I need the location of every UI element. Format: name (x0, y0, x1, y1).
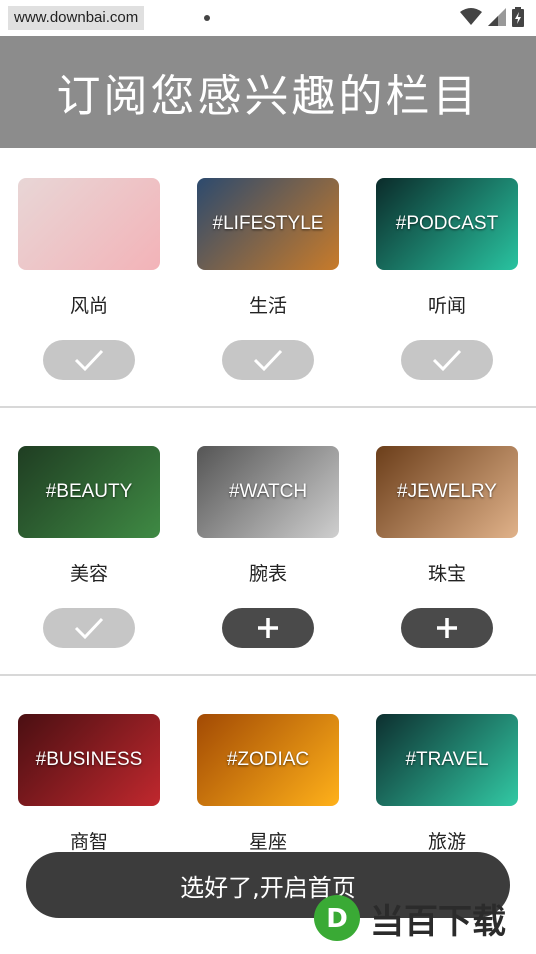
url-watermark: www.downbai.com (8, 6, 145, 30)
row-divider (0, 674, 536, 676)
category-thumb[interactable]: #ZODIAC (197, 714, 339, 806)
plus-icon (437, 618, 457, 638)
subscribe-toggle-button[interactable] (222, 340, 314, 380)
category-card-lifestyle[interactable]: #LIFESTYLE 生活 (197, 178, 339, 380)
category-tag: #ZODIAC (226, 749, 310, 770)
category-thumb[interactable]: #BUSINESS (18, 714, 160, 806)
category-label: 生活 (248, 295, 287, 317)
category-card-beauty[interactable]: #BEAUTY 美容 (18, 446, 160, 648)
subscribe-toggle-button[interactable] (401, 608, 493, 648)
category-tag: #LIFESTYLE (212, 213, 324, 234)
category-card-zodiac[interactable]: #ZODIAC 星座 (197, 714, 339, 854)
subscribe-toggle-button[interactable] (222, 608, 314, 648)
category-label: 美容 (69, 563, 108, 585)
row-divider (0, 406, 536, 408)
category-row: #BEAUTY 美容 #WATCH 腕表 #JEWELRY 珠宝 (0, 446, 536, 686)
category-card-business[interactable]: #BUSINESS 商智 (18, 714, 160, 854)
category-label: 风尚 (69, 295, 108, 317)
subscribe-toggle-button[interactable] (43, 608, 135, 648)
category-label: 听闻 (427, 295, 466, 317)
category-thumb[interactable]: #PODCAST (376, 178, 518, 270)
subscribe-toggle-button[interactable] (43, 340, 135, 380)
category-label: 腕表 (248, 563, 287, 585)
category-tag: #TRAVEL (405, 749, 489, 770)
notification-dot-icon (204, 15, 210, 21)
brand-text: 当百下载 (370, 901, 506, 942)
category-thumb[interactable] (18, 178, 160, 270)
category-tag: #BEAUTY (45, 481, 133, 502)
battery-charging-icon (512, 7, 524, 27)
check-icon (253, 349, 283, 372)
check-icon (74, 349, 104, 372)
category-card-travel[interactable]: #TRAVEL 旅游 (376, 714, 518, 854)
brand-logo-letter: D (326, 904, 348, 934)
category-card-podcast[interactable]: #PODCAST 听闻 (376, 178, 518, 380)
category-label: 旅游 (427, 831, 466, 853)
category-tag: #WATCH (228, 481, 308, 502)
check-icon (432, 349, 462, 372)
page-title: 订阅您感兴趣的栏目 (56, 71, 480, 122)
check-icon (74, 617, 104, 640)
signal-icon (488, 8, 506, 26)
category-label: 星座 (248, 831, 287, 853)
category-card-fashion[interactable]: 风尚 (18, 178, 160, 380)
category-thumb[interactable]: #TRAVEL (376, 714, 518, 806)
category-card-jewelry[interactable]: #JEWELRY 珠宝 (376, 446, 518, 648)
category-thumb[interactable]: #LIFESTYLE (197, 178, 339, 270)
brand-logo-icon: D (314, 895, 360, 941)
page-header: 订阅您感兴趣的栏目 (0, 36, 536, 148)
plus-icon (258, 618, 278, 638)
category-thumb[interactable]: #WATCH (197, 446, 339, 538)
status-bar: www.downbai.com (0, 0, 536, 34)
category-thumb[interactable]: #JEWELRY (376, 446, 518, 538)
wifi-icon (460, 8, 482, 25)
category-row: 风尚 #LIFESTYLE 生活 #PODCAST 听闻 (0, 178, 536, 418)
status-icons (460, 7, 524, 27)
category-tag: #JEWELRY (397, 481, 497, 502)
category-thumb[interactable]: #BEAUTY (18, 446, 160, 538)
category-label: 商智 (69, 831, 108, 853)
category-tag: #BUSINESS (35, 749, 143, 770)
category-tag: #PODCAST (395, 213, 499, 234)
category-card-watch[interactable]: #WATCH 腕表 (197, 446, 339, 648)
category-label: 珠宝 (427, 563, 466, 585)
brand-watermark: D 当百下载 (312, 888, 532, 948)
subscribe-toggle-button[interactable] (401, 340, 493, 380)
